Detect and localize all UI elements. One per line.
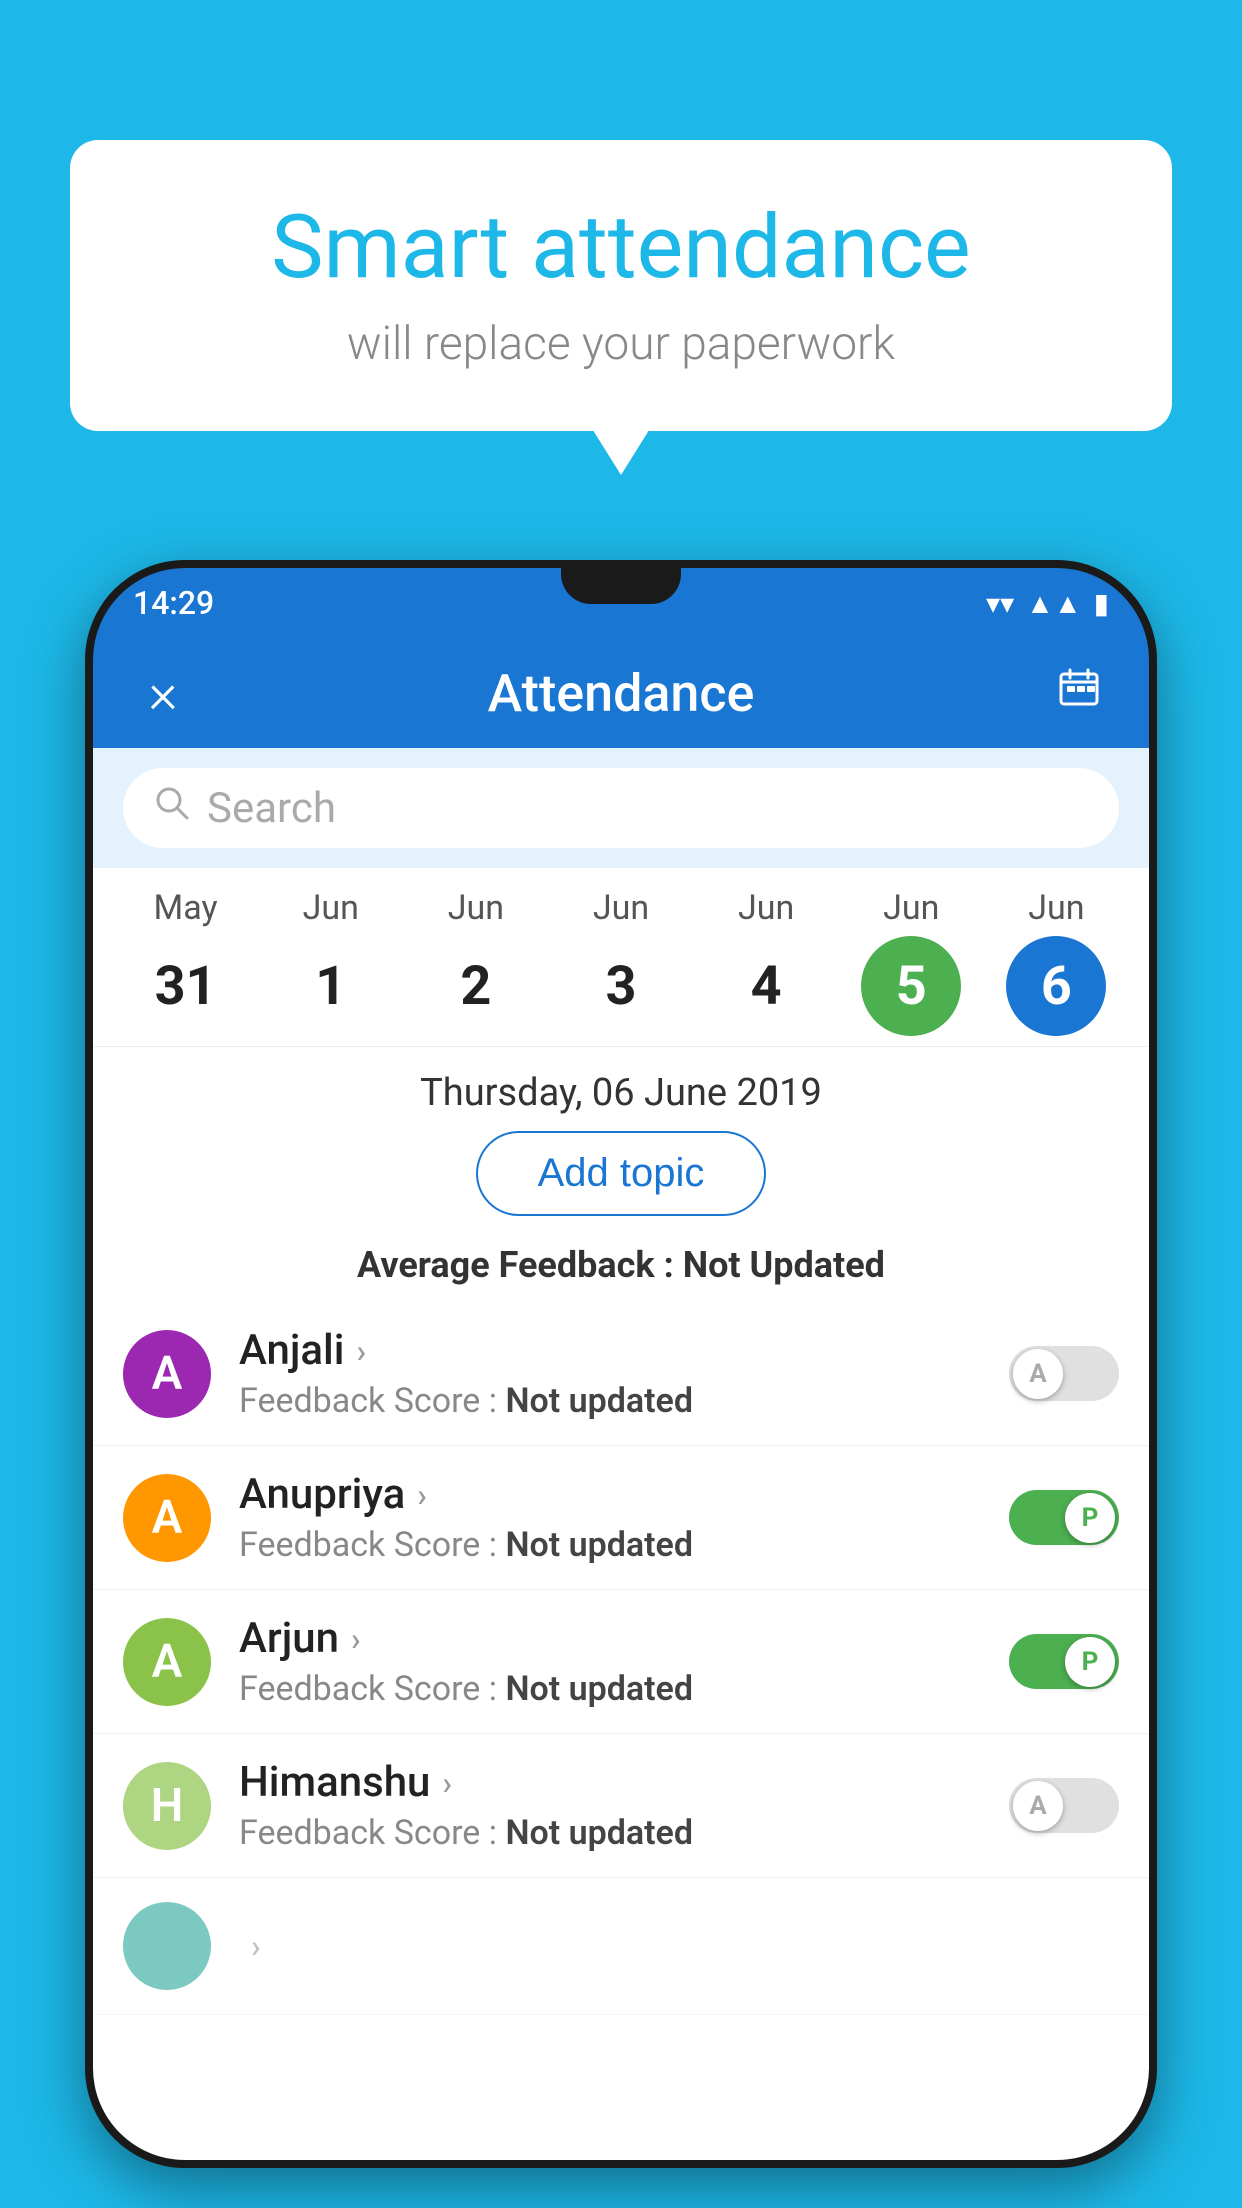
student-item-extra[interactable]: › — [93, 1878, 1149, 2015]
chevron-icon-extra: › — [251, 1927, 261, 1965]
toggle-anjali[interactable]: A — [1009, 1346, 1119, 1401]
student-item-himanshu[interactable]: H Himanshu › Feedback Score : Not update… — [93, 1734, 1149, 1878]
toggle-knob-arjun: P — [1065, 1637, 1115, 1687]
student-name-anupriya: Anupriya › — [239, 1470, 1009, 1519]
cal-day-item-3[interactable]: 3 — [561, 936, 681, 1036]
avatar-anjali: A — [123, 1330, 211, 1418]
date-label: Thursday, 06 June 2019 — [93, 1047, 1149, 1131]
avatar-extra — [123, 1902, 211, 1990]
toggle-himanshu[interactable]: A — [1009, 1778, 1119, 1833]
search-icon — [153, 784, 191, 832]
cal-item-4[interactable]: Jun — [706, 888, 826, 928]
chevron-icon-himanshu: › — [442, 1764, 452, 1802]
cal-month-2: Jun — [448, 888, 504, 928]
avatar-himanshu: H — [123, 1762, 211, 1850]
bubble-title: Smart attendance — [140, 200, 1102, 297]
student-info-anjali: Anjali › Feedback Score : Not updated — [239, 1326, 1009, 1421]
student-info-extra: › — [239, 1927, 1119, 1965]
cal-day-3: 3 — [571, 936, 671, 1036]
calendar-strip: May Jun Jun Jun Jun Jun — [93, 868, 1149, 1047]
search-bar-container: Search — [93, 748, 1149, 868]
avatar-arjun: A — [123, 1618, 211, 1706]
student-name-extra: › — [239, 1927, 1119, 1965]
cal-day-item-2[interactable]: 2 — [416, 936, 536, 1036]
add-topic-container: Add topic — [93, 1131, 1149, 1236]
cal-month-4: Jun — [738, 888, 794, 928]
toggle-knob-anjali: A — [1013, 1349, 1063, 1399]
avg-feedback: Average Feedback : Not Updated — [93, 1236, 1149, 1302]
status-icons: ▾▾ ▲▲ ▮ — [986, 587, 1109, 620]
avg-feedback-label: Average Feedback : — [357, 1244, 683, 1286]
cal-day-item-4[interactable]: 4 — [706, 936, 826, 1036]
month-row: May Jun Jun Jun Jun Jun — [93, 888, 1149, 928]
toggle-knob-anupriya: P — [1065, 1493, 1115, 1543]
cal-item-2[interactable]: Jun — [416, 888, 536, 928]
cal-day-1: 1 — [281, 936, 381, 1036]
phone-frame: 14:29 ▾▾ ▲▲ ▮ × Attendance — [85, 560, 1157, 2168]
chevron-icon-anupriya: › — [417, 1476, 427, 1514]
toggle-knob-himanshu: A — [1013, 1781, 1063, 1831]
student-name-anjali: Anjali › — [239, 1326, 1009, 1375]
student-name-himanshu: Himanshu › — [239, 1758, 1009, 1807]
wifi-icon: ▾▾ — [986, 587, 1014, 620]
cal-day-5: 5 — [861, 936, 961, 1036]
feedback-himanshu: Feedback Score : Not updated — [239, 1813, 1009, 1853]
status-bar: 14:29 ▾▾ ▲▲ ▮ — [93, 568, 1149, 638]
student-info-himanshu: Himanshu › Feedback Score : Not updated — [239, 1758, 1009, 1853]
avg-feedback-value: Not Updated — [683, 1244, 885, 1286]
search-bar[interactable]: Search — [123, 768, 1119, 848]
avatar-anupriya: A — [123, 1474, 211, 1562]
cal-day-2: 2 — [426, 936, 526, 1036]
cal-day-item-6[interactable]: 6 — [996, 936, 1116, 1036]
status-time: 14:29 — [133, 584, 214, 622]
app-bar: × Attendance — [93, 638, 1149, 748]
student-info-arjun: Arjun › Feedback Score : Not updated — [239, 1614, 1009, 1709]
signal-icon: ▲▲ — [1026, 587, 1081, 620]
speech-bubble: Smart attendance will replace your paper… — [70, 140, 1172, 431]
cal-day-6: 6 — [1006, 936, 1106, 1036]
day-row: 31 1 2 3 4 5 — [93, 936, 1149, 1036]
cal-day-item-5[interactable]: 5 — [851, 936, 971, 1036]
phone-inner: 14:29 ▾▾ ▲▲ ▮ × Attendance — [93, 568, 1149, 2160]
student-item-anupriya[interactable]: A Anupriya › Feedback Score : Not update… — [93, 1446, 1149, 1590]
student-info-anupriya: Anupriya › Feedback Score : Not updated — [239, 1470, 1009, 1565]
student-name-arjun: Arjun › — [239, 1614, 1009, 1663]
cal-item-1[interactable]: Jun — [271, 888, 391, 928]
toggle-arjun[interactable]: P — [1009, 1634, 1119, 1689]
student-item-anjali[interactable]: A Anjali › Feedback Score : Not updated … — [93, 1302, 1149, 1446]
battery-icon: ▮ — [1094, 587, 1109, 620]
feedback-anjali: Feedback Score : Not updated — [239, 1381, 1009, 1421]
chevron-icon-arjun: › — [351, 1620, 361, 1658]
cal-item-3[interactable]: Jun — [561, 888, 681, 928]
feedback-arjun: Feedback Score : Not updated — [239, 1669, 1009, 1709]
calendar-icon[interactable] — [1049, 664, 1109, 723]
student-list: A Anjali › Feedback Score : Not updated … — [93, 1302, 1149, 2160]
notch — [561, 568, 681, 604]
cal-day-item-0[interactable]: 31 — [126, 936, 246, 1036]
student-item-arjun[interactable]: A Arjun › Feedback Score : Not updated P — [93, 1590, 1149, 1734]
cal-month-5: Jun — [883, 888, 939, 928]
cal-day-4: 4 — [716, 936, 816, 1036]
add-topic-button[interactable]: Add topic — [476, 1131, 767, 1216]
app-bar-title: Attendance — [193, 663, 1049, 724]
feedback-anupriya: Feedback Score : Not updated — [239, 1525, 1009, 1565]
cal-month-6: Jun — [1028, 888, 1084, 928]
cal-day-0: 31 — [136, 936, 236, 1036]
search-placeholder: Search — [207, 784, 336, 833]
screen-content: Search May Jun Jun Jun — [93, 748, 1149, 2160]
cal-month-1: Jun — [303, 888, 359, 928]
cal-item-0[interactable]: May — [126, 888, 246, 928]
bubble-subtitle: will replace your paperwork — [140, 317, 1102, 371]
close-button[interactable]: × — [133, 660, 193, 726]
cal-month-3: Jun — [593, 888, 649, 928]
chevron-icon-anjali: › — [356, 1332, 366, 1370]
toggle-anupriya[interactable]: P — [1009, 1490, 1119, 1545]
cal-day-item-1[interactable]: 1 — [271, 936, 391, 1036]
cal-item-6[interactable]: Jun — [996, 888, 1116, 928]
cal-month-0: May — [154, 888, 218, 928]
speech-bubble-container: Smart attendance will replace your paper… — [70, 140, 1172, 431]
cal-item-5[interactable]: Jun — [851, 888, 971, 928]
